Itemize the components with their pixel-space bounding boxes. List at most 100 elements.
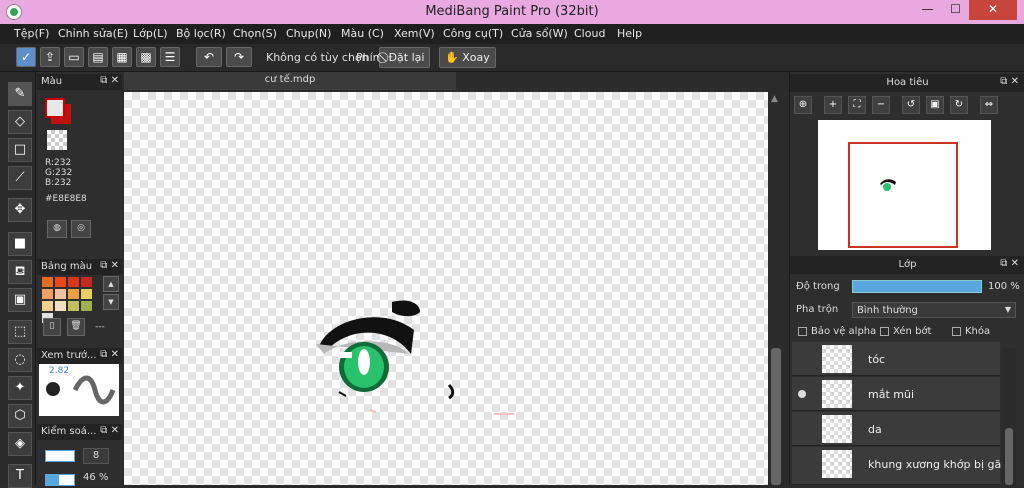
zoom-out-icon[interactable]: − — [872, 96, 890, 114]
lock-checkbox[interactable]: Khóa — [952, 326, 990, 337]
zoom-fit-icon[interactable]: ⊕ — [794, 96, 812, 114]
scroll-up-icon[interactable]: ▲ — [771, 94, 778, 104]
panel-pop-close-icon[interactable]: ⧉ ✕ — [100, 425, 119, 436]
cloud-check-icon[interactable]: ✓ — [16, 47, 36, 67]
magic-wand-icon[interactable]: ✦ — [8, 376, 32, 400]
palette-swatch[interactable] — [81, 277, 92, 287]
brush-icon[interactable]: ✎ — [8, 82, 32, 106]
checklist-icon[interactable]: ☰ — [160, 47, 180, 67]
menu-window[interactable]: Cửa sổ(W) — [511, 27, 568, 40]
flip-icon[interactable]: ⇔ — [980, 96, 998, 114]
navigator-eye-thumbnail — [880, 179, 896, 191]
blue-value: B:232 — [45, 178, 72, 188]
menu-view[interactable]: Xem(V) — [394, 27, 435, 40]
reset-button[interactable]: ⃠ Đặt lại — [379, 47, 431, 68]
layer-scrollbar[interactable] — [1002, 348, 1016, 485]
text-icon[interactable]: T — [8, 464, 32, 488]
foreground-color-swatch[interactable] — [45, 98, 65, 118]
maximize-button[interactable]: ☐ — [942, 0, 969, 20]
canvas-tab[interactable]: cư tế.mdp — [124, 72, 456, 90]
palette-swatch[interactable] — [42, 289, 53, 299]
menu-file[interactable]: Tệp(F) — [14, 27, 49, 40]
select-rect-icon[interactable]: ⬚ — [8, 320, 32, 344]
blend-mode-select[interactable]: Bình thường ▼ — [852, 302, 1016, 318]
rectangle-icon[interactable]: □ — [8, 138, 32, 162]
color-panel-title: Màu — [41, 76, 63, 87]
opacity-bar[interactable] — [45, 474, 75, 486]
grid-icon[interactable]: ▩ — [136, 47, 156, 67]
menu-edit[interactable]: Chỉnh sửa(E) — [58, 27, 128, 40]
palette-swatch[interactable] — [68, 289, 79, 299]
palette-swatch[interactable] — [55, 289, 66, 299]
navigator-viewport-frame[interactable] — [848, 142, 958, 248]
redo-icon[interactable]: ↷ — [226, 47, 252, 67]
reset-view-icon[interactable]: ▣ — [926, 96, 944, 114]
rotate-button[interactable]: ✋ Xoay — [439, 47, 496, 68]
delete-palette-icon[interactable]: 🗑 — [67, 318, 85, 336]
palette-swatch[interactable] — [81, 301, 92, 311]
panel-pop-close-icon[interactable]: ⧉ ✕ — [100, 75, 119, 86]
color-wheel-icon[interactable]: ◍ — [47, 220, 67, 238]
layer-row[interactable]: khung xương khớp bị gãy: — [792, 447, 1011, 485]
menu-cloud[interactable]: Cloud — [574, 27, 605, 40]
palette-swatch[interactable] — [68, 301, 79, 311]
document-icon[interactable]: ▦ — [112, 47, 132, 67]
gradient-icon[interactable]: ▣ — [8, 288, 32, 312]
fit-window-icon[interactable]: ⛶ — [848, 96, 866, 114]
panel-pop-close-icon[interactable]: ⧉ ✕ — [1000, 258, 1019, 269]
menu-help[interactable]: Help — [617, 27, 642, 40]
move-icon[interactable]: ✥ — [8, 198, 32, 222]
rotate-right-icon[interactable]: ↻ — [950, 96, 968, 114]
palette-swatch[interactable] — [42, 277, 53, 287]
scroll-up-icon[interactable]: ▲ — [103, 276, 119, 292]
menu-snap[interactable]: Chụp(N) — [286, 27, 331, 40]
canvas[interactable] — [124, 92, 768, 485]
close-button[interactable]: ✕ — [969, 0, 1017, 20]
color-palette-icon[interactable]: ◎ — [71, 220, 91, 238]
share-icon[interactable]: ⇪ — [40, 47, 60, 67]
visibility-icon[interactable] — [798, 390, 806, 398]
minimize-button[interactable]: — — [914, 0, 941, 20]
panel-pop-close-icon[interactable]: ⧉ ✕ — [100, 260, 119, 271]
layer-opacity-slider[interactable] — [852, 280, 982, 293]
menu-color[interactable]: Màu (C) — [341, 27, 384, 40]
line-brush-icon[interactable]: ⟋ — [8, 166, 32, 190]
chat-icon[interactable]: ▤ — [88, 47, 108, 67]
transparent-color-swatch[interactable] — [47, 130, 67, 150]
menu-filter[interactable]: Bộ lọc(R) — [176, 27, 226, 40]
zoom-in-icon[interactable]: + — [824, 96, 842, 114]
menu-tools[interactable]: Công cụ(T) — [443, 27, 503, 40]
layer-scrollbar-thumb[interactable] — [1005, 428, 1013, 485]
palette-swatch[interactable] — [55, 277, 66, 287]
brush-size-bar[interactable] — [45, 450, 75, 462]
palette-swatch[interactable] — [55, 301, 66, 311]
panel-pop-close-icon[interactable]: ⧉ ✕ — [100, 349, 119, 360]
select-eraser-icon[interactable]: ◈ — [8, 432, 32, 456]
bucket-icon[interactable]: ⛾ — [8, 260, 32, 284]
lasso-icon[interactable]: ◌ — [8, 348, 32, 372]
menu-select[interactable]: Chọn(S) — [233, 27, 277, 40]
palette-swatch[interactable] — [42, 301, 53, 311]
select-pen-icon[interactable]: ⬡ — [8, 404, 32, 428]
comment-icon[interactable]: ▭ — [64, 47, 84, 67]
brush-size-value[interactable]: 8 — [83, 448, 109, 464]
palette-swatch[interactable] — [81, 289, 92, 299]
scroll-down-icon[interactable]: ▼ — [103, 294, 119, 310]
canvas-vertical-scrollbar[interactable]: ▲ — [768, 92, 784, 485]
fill-rect-icon[interactable]: ■ — [8, 232, 32, 256]
undo-icon[interactable]: ↶ — [196, 47, 222, 67]
eraser-icon[interactable]: ◇ — [8, 110, 32, 134]
palette-swatch[interactable] — [68, 277, 79, 287]
rotate-left-icon[interactable]: ↺ — [902, 96, 920, 114]
menu-layer[interactable]: Lớp(L) — [133, 27, 168, 40]
new-palette-icon[interactable]: ▯ — [43, 318, 61, 336]
layer-row[interactable]: da — [792, 412, 1000, 446]
protect-alpha-checkbox[interactable]: Bảo vệ alpha — [798, 326, 876, 337]
scrollbar-thumb[interactable] — [771, 348, 781, 485]
panel-pop-close-icon[interactable]: ⧉ ✕ — [1000, 76, 1019, 87]
navigator-preview[interactable] — [818, 120, 991, 250]
layer-row[interactable]: tóc — [792, 342, 1000, 376]
layer-row[interactable]: mắt mũi — [792, 377, 1000, 411]
clipping-checkbox[interactable]: Xén bớt — [880, 326, 931, 337]
tool-strip: ✎ ◇ □ ⟋ ✥ ■ ⛾ ▣ ⬚ ◌ ✦ ⬡ ◈ T — [0, 72, 36, 488]
